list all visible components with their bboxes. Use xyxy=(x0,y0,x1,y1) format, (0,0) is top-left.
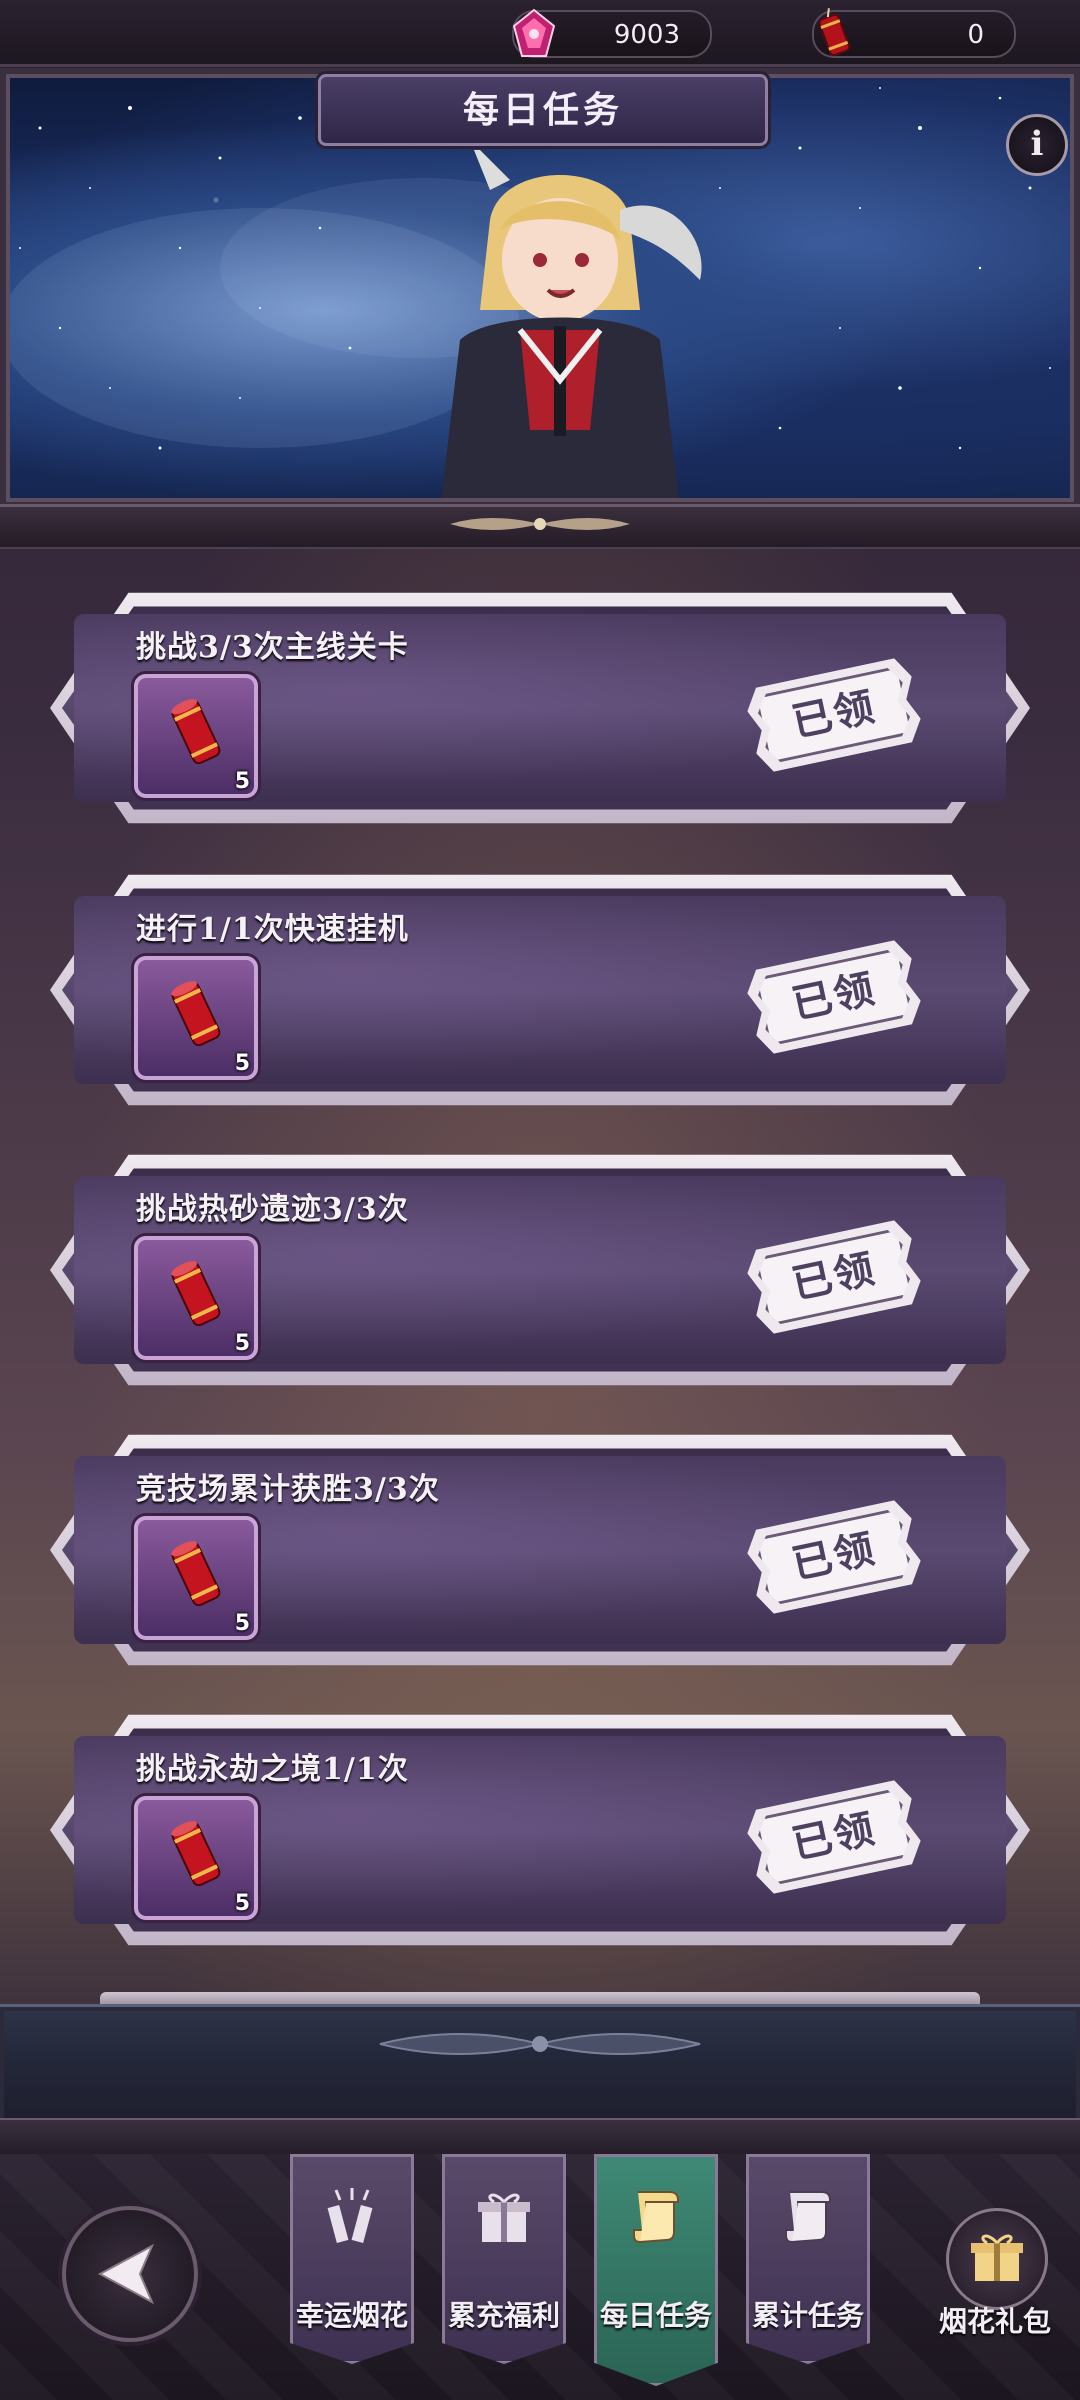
red-firecracker-icon xyxy=(818,8,851,57)
task-card: 竞技场累计获胜3/3次 5 已领 xyxy=(50,1422,1030,1678)
back-button[interactable] xyxy=(62,2206,198,2342)
reward-count: 5 xyxy=(234,1051,250,1076)
page-title: 每日任务 xyxy=(462,89,623,131)
tab-lucky-fireworks[interactable]: 幸运烟花 xyxy=(290,2154,414,2364)
info-button[interactable]: ⅰ xyxy=(1006,114,1068,176)
reward-count: 5 xyxy=(234,769,250,794)
back-arrow-icon xyxy=(97,2243,155,2305)
info-icon: ⅰ xyxy=(1030,124,1044,164)
reward-item[interactable]: 5 xyxy=(134,674,258,798)
claimed-label: 已领 xyxy=(787,1804,880,1869)
gift-box-icon xyxy=(971,2234,1023,2281)
page-title-plate: 每日任务 xyxy=(318,74,768,146)
reward-item[interactable]: 5 xyxy=(134,1516,258,1640)
gem-currency[interactable]: 9003 xyxy=(512,8,712,58)
red-firecracker-icon xyxy=(171,1541,221,1607)
reward-item[interactable]: 5 xyxy=(134,1236,258,1360)
red-firecracker-icon xyxy=(171,1821,221,1887)
ornament-divider xyxy=(450,518,630,530)
reward-count: 5 xyxy=(234,1331,250,1356)
reward-item[interactable]: 5 xyxy=(134,956,258,1080)
pink-gem-icon xyxy=(512,8,556,57)
red-firecracker-icon xyxy=(171,1261,221,1327)
ornament-divider xyxy=(379,2033,701,2055)
gift-box-icon xyxy=(478,2193,530,2242)
tab-label: 每日任务 xyxy=(599,2299,712,2332)
scroll-icon xyxy=(633,2191,679,2244)
gem-amount: 9003 xyxy=(613,20,680,50)
task-title: 挑战热砂遗迹3/3次 xyxy=(136,1192,409,1227)
reward-count: 5 xyxy=(234,1891,250,1916)
firework-icon xyxy=(327,2188,373,2243)
claimed-label: 已领 xyxy=(787,1524,880,1589)
scroll-icon xyxy=(785,2191,831,2244)
claimed-label: 已领 xyxy=(787,964,880,1029)
task-title: 竞技场累计获胜3/3次 xyxy=(136,1472,440,1507)
tab-label: 幸运烟花 xyxy=(295,2299,408,2332)
firecracker-currency[interactable]: 0 xyxy=(812,8,1016,58)
tab-label: 累计任务 xyxy=(751,2299,864,2332)
claimed-label: 已领 xyxy=(787,682,880,747)
task-card: 挑战热砂遗迹3/3次 5 已领 xyxy=(50,1142,1030,1398)
list-bottom-frame xyxy=(0,2004,1080,2127)
reward-item[interactable]: 5 xyxy=(134,1796,258,1920)
tab-cumulative-tasks[interactable]: 累计任务 xyxy=(746,2154,870,2364)
reward-count: 5 xyxy=(234,1611,250,1636)
nav-divider xyxy=(0,2118,1080,2158)
red-firecracker-icon xyxy=(171,699,221,765)
task-title: 挑战3/3次主线关卡 xyxy=(136,630,409,665)
red-firecracker-icon xyxy=(171,981,221,1047)
task-card: 挑战永劫之境1/1次 5 已领 xyxy=(50,1702,1030,1958)
character-illustration xyxy=(440,150,702,508)
tab-label: 累充福利 xyxy=(447,2299,560,2332)
claimed-label: 已领 xyxy=(787,1244,880,1309)
firecracker-amount: 0 xyxy=(967,20,984,50)
currency-bar: 9003 0 xyxy=(0,0,1080,67)
gift-pack-label: 烟花礼包 xyxy=(938,2305,1051,2338)
task-title: 进行1/1次快速挂机 xyxy=(136,912,409,947)
tab-daily-tasks[interactable]: 每日任务 xyxy=(594,2154,718,2386)
task-card: 挑战3/3次主线关卡 5 已领 xyxy=(50,580,1030,836)
task-title: 挑战永劫之境1/1次 xyxy=(136,1752,409,1787)
firework-gift-pack-button[interactable]: 烟花礼包 xyxy=(930,2200,1060,2350)
task-card: 进行1/1次快速挂机 5 已领 xyxy=(50,862,1030,1118)
tab-recharge-rewards[interactable]: 累充福利 xyxy=(442,2154,566,2364)
